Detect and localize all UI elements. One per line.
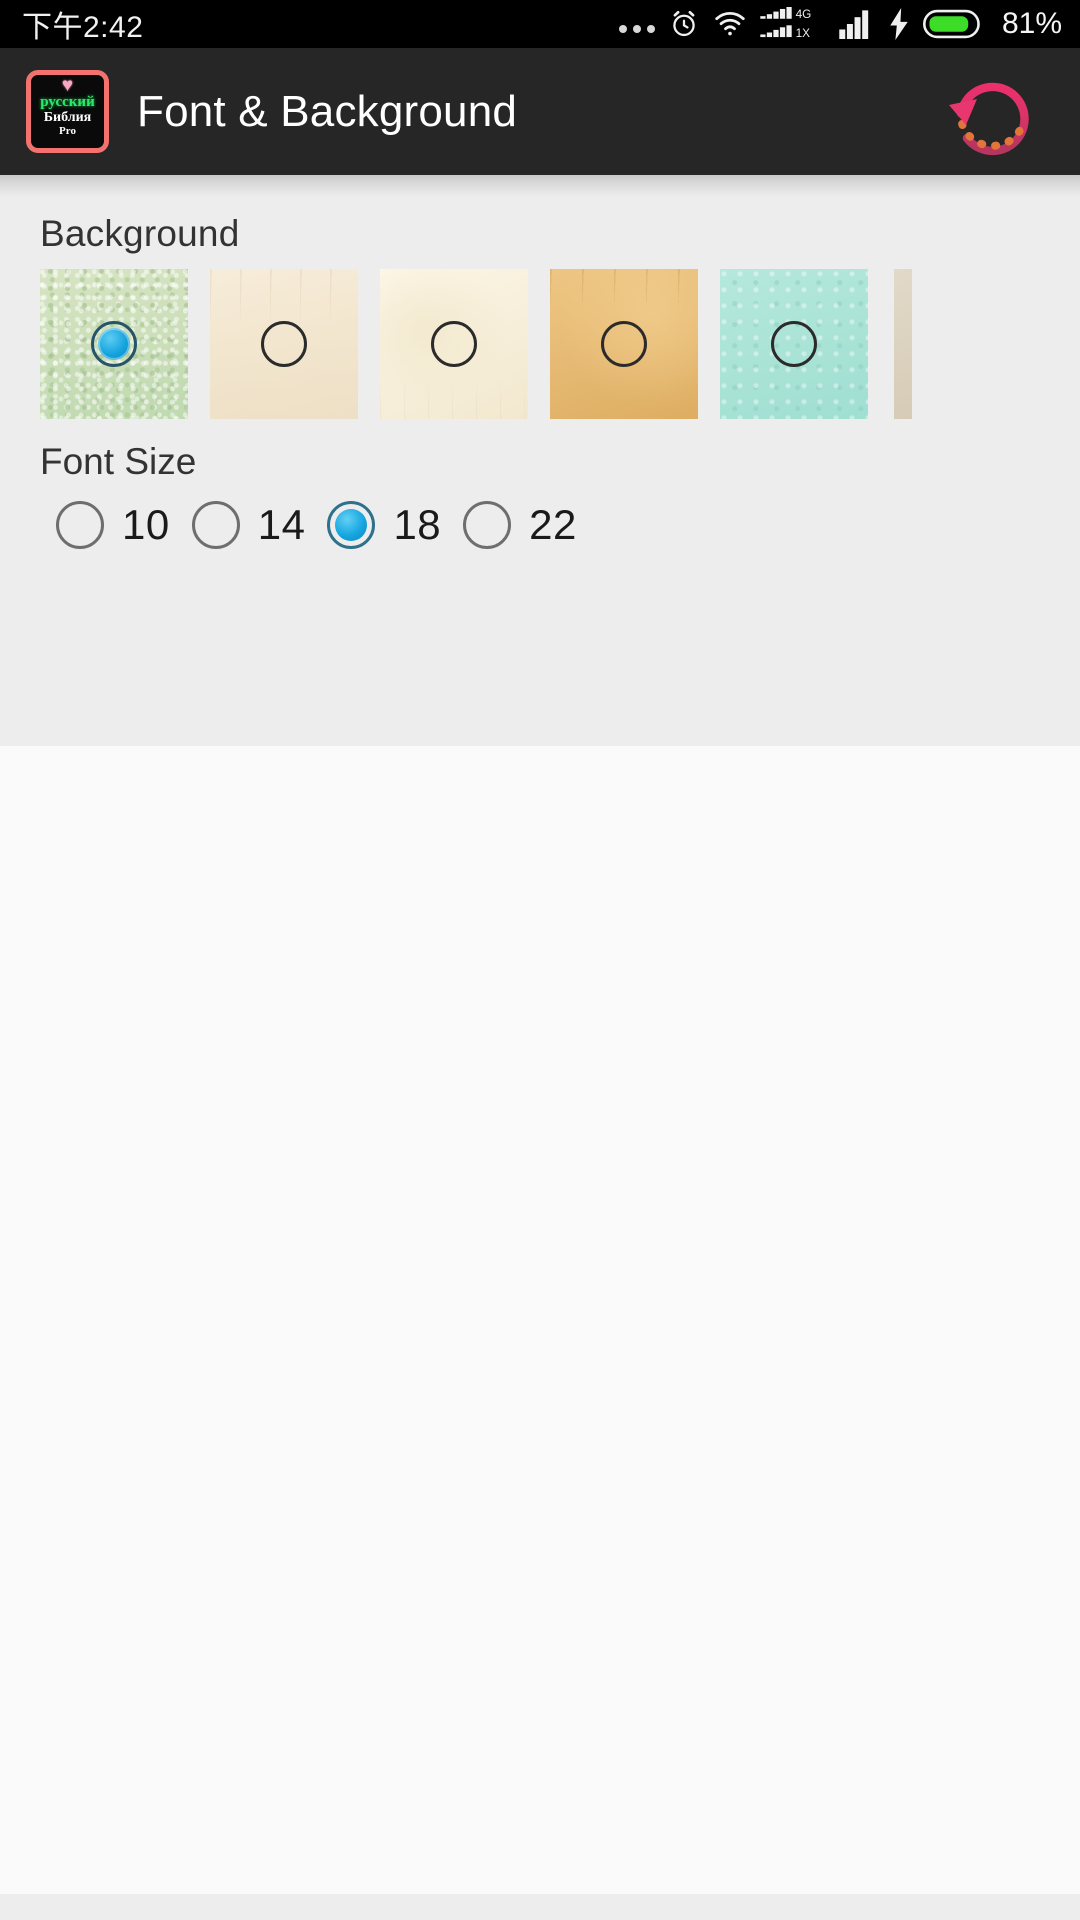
alarm-clock-icon: [668, 8, 700, 40]
more-dots-icon: [618, 11, 655, 37]
font-size-radio-22[interactable]: [463, 501, 512, 549]
font-size-label-14: 14: [257, 501, 306, 548]
svg-text:1X: 1X: [796, 27, 811, 40]
background-swatch-ivory[interactable]: [380, 269, 528, 419]
app-logo-line-russian: русский: [40, 94, 95, 110]
background-swatch-strip[interactable]: [0, 269, 1080, 419]
heart-glyph: ♥: [61, 75, 74, 96]
background-section-label: Background: [40, 213, 240, 254]
background-swatch-green-speckle[interactable]: [40, 269, 188, 419]
wifi-icon: [713, 10, 747, 38]
app-bar: ♥ русский Библия Pro Font & Background: [0, 48, 1080, 175]
refresh-icon: [949, 82, 1029, 155]
font-size-option-10[interactable]: 10: [56, 501, 170, 549]
status-icons: 4G 1X 81%: [618, 7, 1062, 41]
background-radio[interactable]: [601, 321, 647, 367]
status-time: 下午2:42: [22, 11, 144, 44]
font-size-option-22[interactable]: 22: [463, 501, 577, 549]
font-size-label-18: 18: [393, 501, 442, 548]
background-swatch-tan[interactable]: [550, 269, 698, 419]
battery-icon: [922, 9, 985, 39]
font-size-option-14[interactable]: 14: [191, 501, 306, 549]
font-size-label-22: 22: [529, 501, 577, 548]
settings-content: Background Font Size 10 14 18 22: [0, 175, 1080, 1920]
background-radio-selected[interactable]: [91, 321, 137, 367]
app-logo-icon[interactable]: ♥ русский Библия Pro: [26, 70, 109, 153]
svg-text:4G: 4G: [796, 8, 812, 21]
background-radio[interactable]: [771, 321, 817, 367]
font-size-option-18[interactable]: 18: [327, 501, 441, 549]
page-empty-area: [0, 746, 1080, 1894]
signal-bars-icon: [839, 9, 875, 39]
font-size-section-label: Font Size: [40, 441, 197, 482]
refresh-button[interactable]: [938, 57, 1048, 167]
background-radio[interactable]: [261, 321, 307, 367]
font-size-radio-14[interactable]: [191, 501, 240, 549]
settings-panel-filler: [0, 549, 1080, 746]
background-radio[interactable]: [431, 321, 477, 367]
font-size-label-10: 10: [122, 501, 170, 548]
app-logo-line-bible: Библия: [43, 110, 92, 125]
font-size-radio-10[interactable]: [56, 501, 104, 549]
charging-bolt-icon: [888, 8, 910, 40]
signal-4g-1x-icon: 4G 1X: [760, 7, 826, 41]
background-swatch-cream[interactable]: [210, 269, 358, 419]
background-swatch-partial[interactable]: [894, 269, 912, 419]
background-swatch-mint[interactable]: [720, 269, 868, 419]
battery-percent: 81%: [1001, 7, 1062, 40]
header-shadow: [0, 175, 1080, 197]
font-size-radio-18[interactable]: [327, 501, 376, 549]
status-bar: 下午2:42 4G 1X 81%: [0, 0, 1080, 48]
app-logo-line-pro: Pro: [59, 125, 76, 137]
font-size-radio-group[interactable]: 10 14 18 22: [0, 501, 1080, 549]
page-title: Font & Background: [137, 86, 518, 136]
